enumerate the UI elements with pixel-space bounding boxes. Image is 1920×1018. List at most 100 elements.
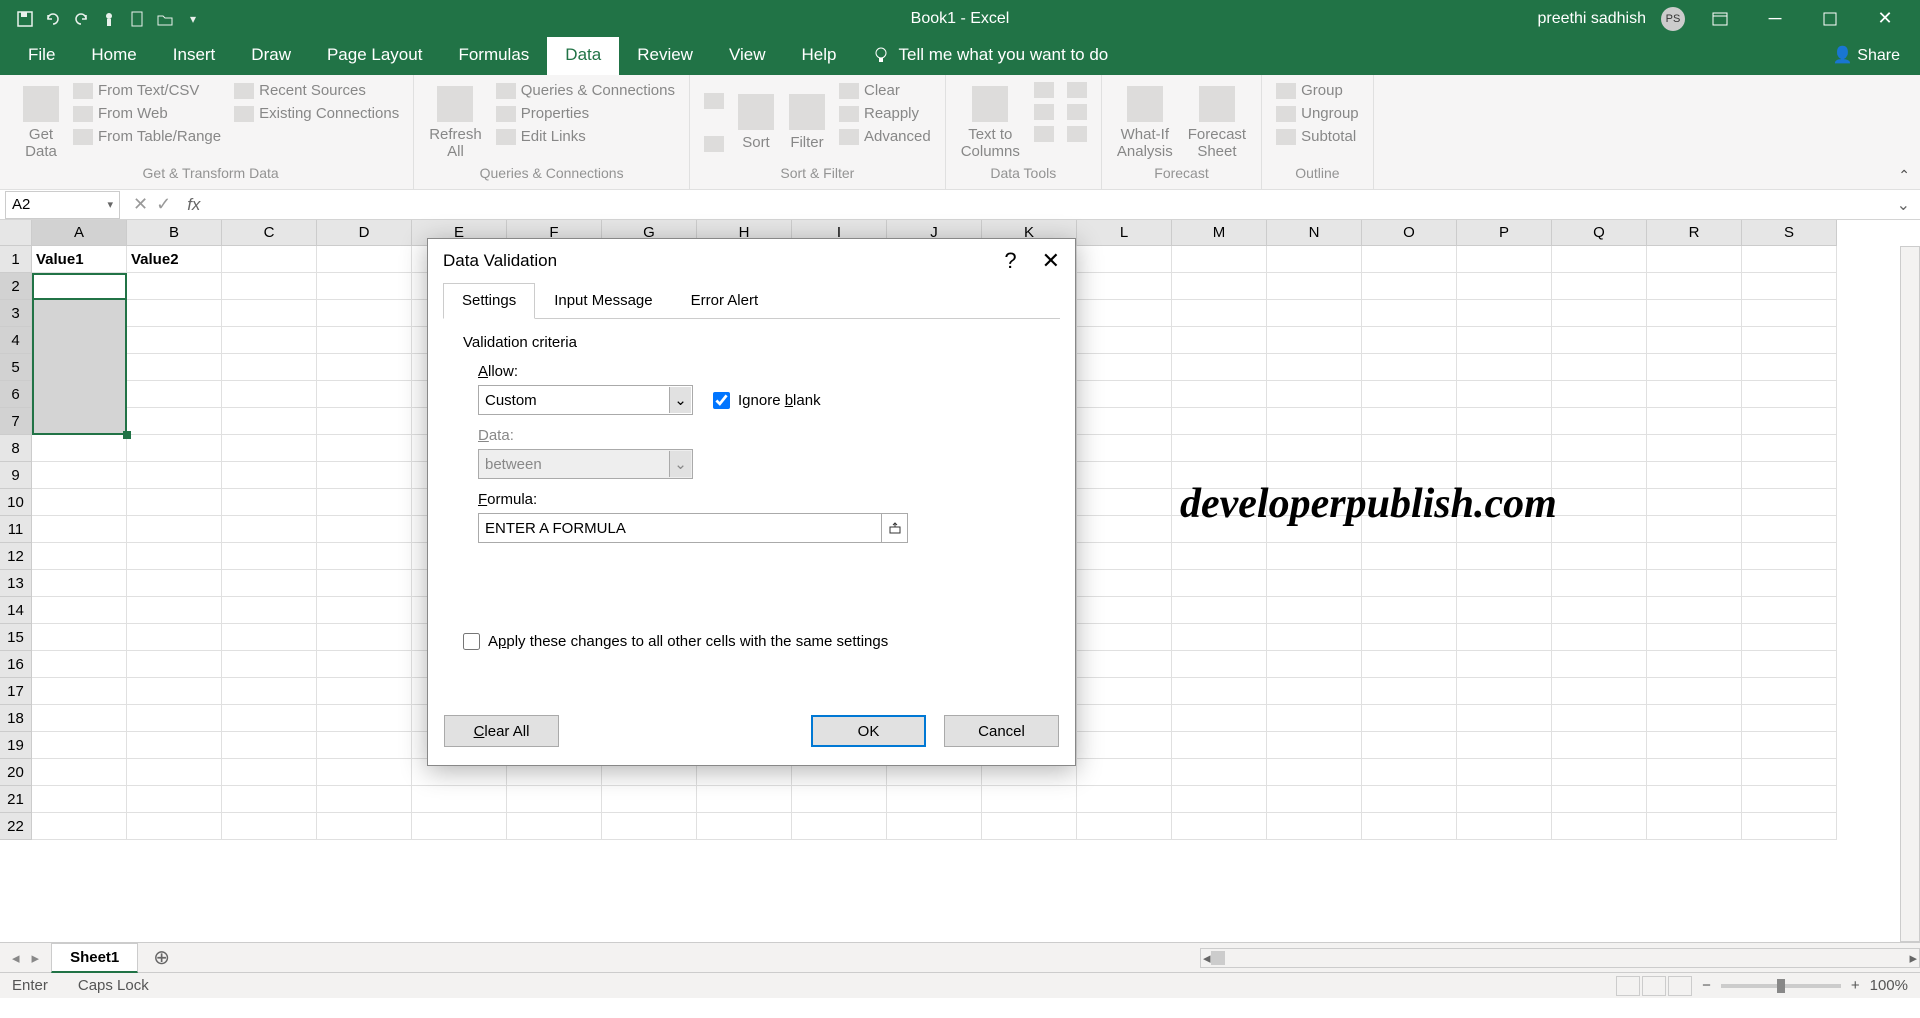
cell[interactable]: [222, 678, 317, 705]
cell[interactable]: [1362, 786, 1457, 813]
cell[interactable]: [1647, 786, 1742, 813]
cell[interactable]: [1457, 435, 1552, 462]
cell[interactable]: [1172, 543, 1267, 570]
column-header[interactable]: O: [1362, 220, 1457, 246]
dialog-tab-error-alert[interactable]: Error Alert: [672, 283, 778, 318]
cell[interactable]: [1457, 786, 1552, 813]
from-table-range-button[interactable]: From Table/Range: [69, 126, 225, 147]
cell[interactable]: [317, 300, 412, 327]
from-web-button[interactable]: From Web: [69, 103, 225, 124]
cell[interactable]: [317, 273, 412, 300]
cell[interactable]: [317, 408, 412, 435]
cell[interactable]: [1172, 786, 1267, 813]
select-all-corner[interactable]: [0, 220, 32, 246]
cell[interactable]: [1267, 246, 1362, 273]
cell[interactable]: [127, 516, 222, 543]
cell[interactable]: [1742, 624, 1837, 651]
row-header[interactable]: 8: [0, 435, 32, 462]
existing-connections-button[interactable]: Existing Connections: [230, 103, 403, 124]
row-header[interactable]: 3: [0, 300, 32, 327]
cell[interactable]: [32, 435, 127, 462]
cell[interactable]: [317, 435, 412, 462]
tab-draw[interactable]: Draw: [233, 35, 309, 75]
cell[interactable]: [222, 543, 317, 570]
cell[interactable]: [222, 651, 317, 678]
cell[interactable]: [1362, 354, 1457, 381]
cell[interactable]: [32, 462, 127, 489]
cell[interactable]: [32, 489, 127, 516]
flash-fill-button[interactable]: [1030, 80, 1058, 100]
user-name[interactable]: preethi sadhish: [1537, 10, 1646, 28]
row-header[interactable]: 21: [0, 786, 32, 813]
cell[interactable]: [1647, 489, 1742, 516]
column-header[interactable]: P: [1457, 220, 1552, 246]
cell[interactable]: [127, 570, 222, 597]
cell[interactable]: [1267, 732, 1362, 759]
cell[interactable]: [1647, 246, 1742, 273]
cell[interactable]: [1742, 705, 1837, 732]
tab-view[interactable]: View: [711, 35, 784, 75]
cell[interactable]: [1742, 651, 1837, 678]
cell[interactable]: [127, 408, 222, 435]
cell[interactable]: [1742, 273, 1837, 300]
cell[interactable]: [32, 705, 127, 732]
cell[interactable]: [1362, 570, 1457, 597]
collapse-ribbon-icon[interactable]: ⌃: [1898, 167, 1910, 184]
column-header[interactable]: A: [32, 220, 127, 246]
row-header[interactable]: 22: [0, 813, 32, 840]
cell[interactable]: [32, 732, 127, 759]
column-header[interactable]: M: [1172, 220, 1267, 246]
cell[interactable]: [317, 624, 412, 651]
cell[interactable]: [1647, 732, 1742, 759]
cell[interactable]: [792, 813, 887, 840]
normal-view-icon[interactable]: [1616, 976, 1640, 996]
clear-all-button[interactable]: Clear All: [444, 715, 559, 747]
fill-handle[interactable]: [123, 431, 131, 439]
cell[interactable]: [1742, 570, 1837, 597]
cell[interactable]: [222, 273, 317, 300]
cell[interactable]: [507, 786, 602, 813]
cell[interactable]: [317, 597, 412, 624]
cell[interactable]: [32, 786, 127, 813]
remove-duplicates-button[interactable]: [1030, 102, 1058, 122]
cell[interactable]: [1647, 381, 1742, 408]
cell[interactable]: [32, 651, 127, 678]
cell[interactable]: [1172, 597, 1267, 624]
cell[interactable]: [222, 813, 317, 840]
cell[interactable]: [1552, 435, 1647, 462]
cell[interactable]: [1552, 516, 1647, 543]
scroll-right-icon[interactable]: ▸: [1909, 949, 1917, 967]
cell[interactable]: [1647, 570, 1742, 597]
cell[interactable]: [1362, 543, 1457, 570]
cell[interactable]: [1742, 516, 1837, 543]
cell[interactable]: [1552, 300, 1647, 327]
row-headers[interactable]: 12345678910111213141516171819202122: [0, 246, 32, 840]
cell[interactable]: [1742, 759, 1837, 786]
cell[interactable]: [1742, 327, 1837, 354]
cell[interactable]: [1552, 786, 1647, 813]
sort-button[interactable]: Sort: [733, 80, 779, 165]
reapply-button[interactable]: Reapply: [835, 103, 935, 124]
cell[interactable]: [1647, 597, 1742, 624]
cell[interactable]: [127, 732, 222, 759]
cell[interactable]: [1552, 678, 1647, 705]
tab-page-layout[interactable]: Page Layout: [309, 35, 440, 75]
cell[interactable]: [1647, 516, 1742, 543]
zoom-level[interactable]: 100%: [1870, 977, 1908, 994]
cell[interactable]: [1552, 273, 1647, 300]
cell[interactable]: [317, 651, 412, 678]
row-header[interactable]: 6: [0, 381, 32, 408]
cell[interactable]: [1552, 813, 1647, 840]
ignore-blank-checkbox[interactable]: Ignore blank: [713, 392, 821, 409]
cell[interactable]: [1267, 381, 1362, 408]
cell[interactable]: [1457, 651, 1552, 678]
cell[interactable]: [1077, 570, 1172, 597]
touch-icon[interactable]: [99, 9, 119, 29]
cell[interactable]: [222, 246, 317, 273]
cell[interactable]: [222, 354, 317, 381]
column-header[interactable]: B: [127, 220, 222, 246]
cell[interactable]: [1267, 354, 1362, 381]
cell[interactable]: [1172, 435, 1267, 462]
cell[interactable]: [1647, 651, 1742, 678]
cell[interactable]: [32, 597, 127, 624]
